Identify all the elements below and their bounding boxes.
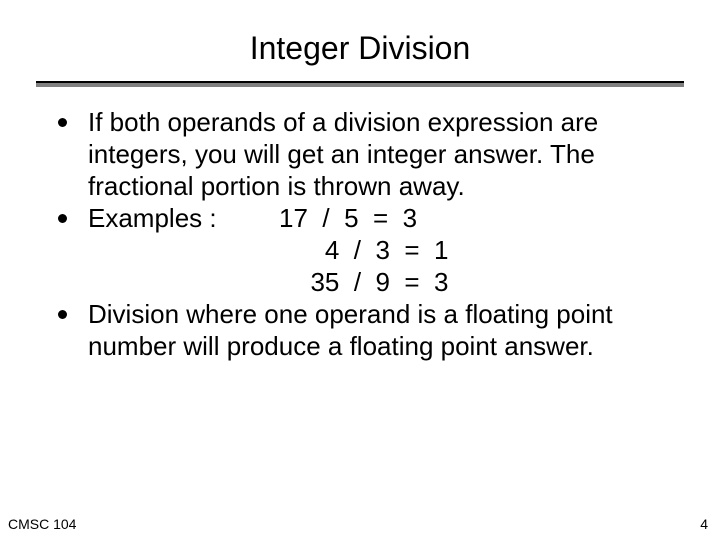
bullet-dot-icon xyxy=(58,214,67,223)
example-line-3: 35 / 9 = 3 xyxy=(296,267,684,299)
bullet-item-2: Examples : 17 / 5 = 3 4 / 3 = 1 35 / 9 =… xyxy=(58,203,684,299)
bullet-text-3: Division where one operand is a floating… xyxy=(88,299,684,363)
bullet-text-1: If both operands of a division expressio… xyxy=(88,107,684,203)
bullet-dot-icon xyxy=(58,118,67,127)
slide-title: Integer Division xyxy=(36,30,684,67)
divider-line xyxy=(36,81,684,87)
bullet-item-1: If both operands of a division expressio… xyxy=(58,107,684,203)
slide: Integer Division If both operands of a d… xyxy=(0,0,720,540)
bullet-item-3: Division where one operand is a floating… xyxy=(58,299,684,363)
example-line-2: 4 / 3 = 1 xyxy=(296,235,684,267)
footer-page-number: 4 xyxy=(700,516,708,532)
examples-label: Examples : xyxy=(88,203,217,235)
example-line-1: 17 / 5 = 3 xyxy=(265,203,417,235)
footer-course-code: CMSC 104 xyxy=(8,516,76,532)
bullet-dot-icon xyxy=(58,310,67,319)
slide-content: If both operands of a division expressio… xyxy=(36,107,684,363)
